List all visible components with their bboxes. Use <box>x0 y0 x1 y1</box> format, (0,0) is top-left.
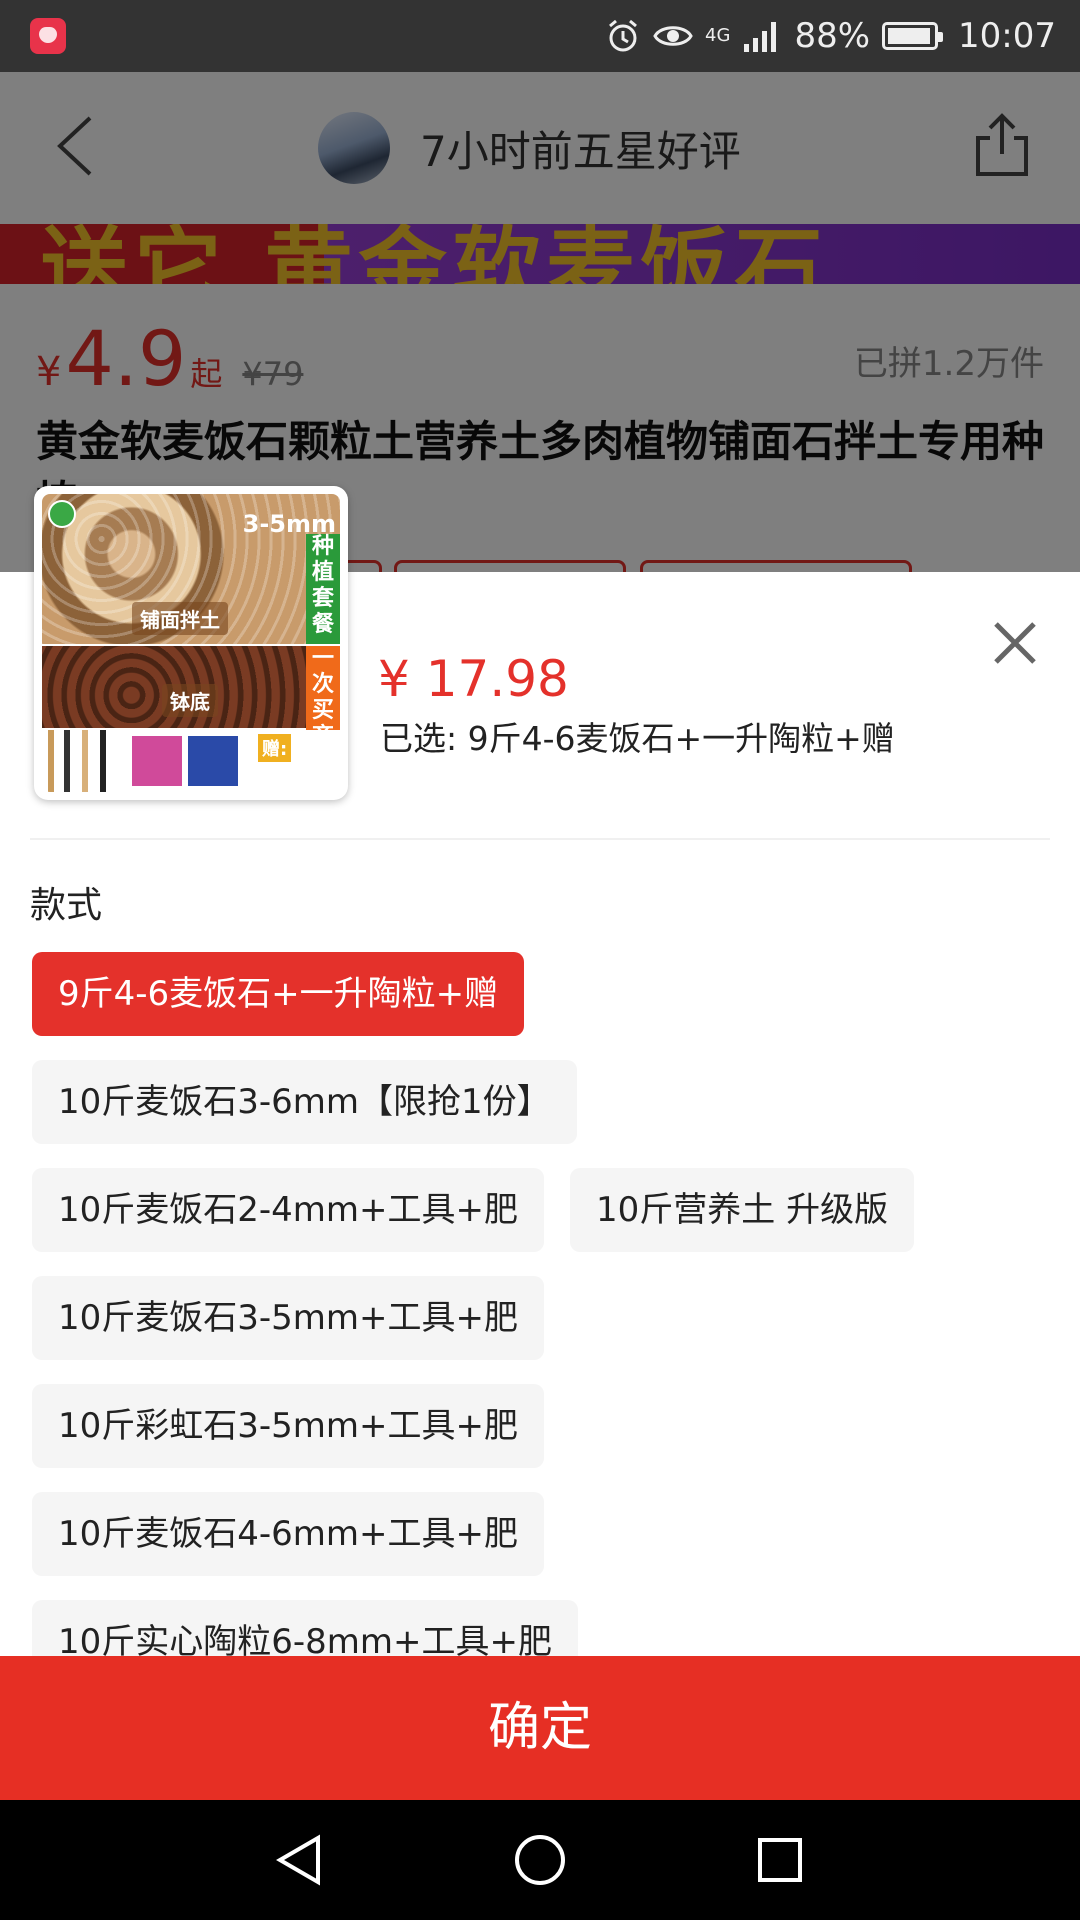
close-icon[interactable] <box>990 618 1040 668</box>
brand-logo <box>48 500 76 528</box>
navigation-bar <box>0 1800 1080 1920</box>
confirm-button[interactable]: 确定 <box>0 1656 1080 1800</box>
label-top: 铺面拌土 <box>132 602 228 635</box>
status-icons: 4G 88% 10:07 <box>605 0 1056 72</box>
divider <box>30 838 1050 840</box>
sheet-price: ¥ 17.98 <box>378 650 569 708</box>
option-button[interactable]: 9斤4-6麦饭石+一升陶粒+赠 <box>32 952 525 1036</box>
option-button[interactable]: 10斤麦饭石4-6mm+工具+肥 <box>32 1492 545 1576</box>
label-bowl: 钵底 <box>162 684 218 717</box>
nav-home-icon[interactable] <box>510 1830 570 1890</box>
option-button[interactable]: 10斤营养土 升级版 <box>570 1168 915 1252</box>
nav-recents-icon[interactable] <box>750 1830 810 1890</box>
tools-image: 赠: <box>42 730 340 792</box>
network-label: 4G <box>705 25 731 46</box>
thumbnail-image: 3-5mm 铺面拌土 种植套餐 钵底 一次买齐 赠: <box>42 494 340 792</box>
eye-icon <box>653 26 693 46</box>
option-button[interactable]: 10斤麦饭石3-6mm【限抢1份】 <box>32 1060 577 1144</box>
option-button[interactable]: 10斤麦饭石2-4mm+工具+肥 <box>32 1168 545 1252</box>
section-label: 款式 <box>30 885 103 926</box>
gift-label: 赠: <box>258 734 292 762</box>
app-icon <box>30 18 66 54</box>
alarm-icon <box>609 19 637 52</box>
battery-percent: 88% <box>794 16 871 56</box>
status-bar: 4G 88% 10:07 <box>0 0 1080 72</box>
battery-icon <box>882 22 944 50</box>
selected-label: 已选: 9斤4-6麦饭石+一升陶粒+赠 <box>380 719 895 758</box>
option-button[interactable]: 10斤麦饭石3-5mm+工具+肥 <box>32 1276 545 1360</box>
signal-icon <box>744 22 777 52</box>
nav-back-icon[interactable] <box>270 1830 330 1890</box>
side-top: 种植套餐 <box>306 534 340 644</box>
product-thumbnail[interactable]: 3-5mm 铺面拌土 种植套餐 钵底 一次买齐 赠: <box>34 486 348 800</box>
clock: 10:07 <box>958 16 1056 56</box>
option-button[interactable]: 10斤彩虹石3-5mm+工具+肥 <box>32 1384 545 1468</box>
